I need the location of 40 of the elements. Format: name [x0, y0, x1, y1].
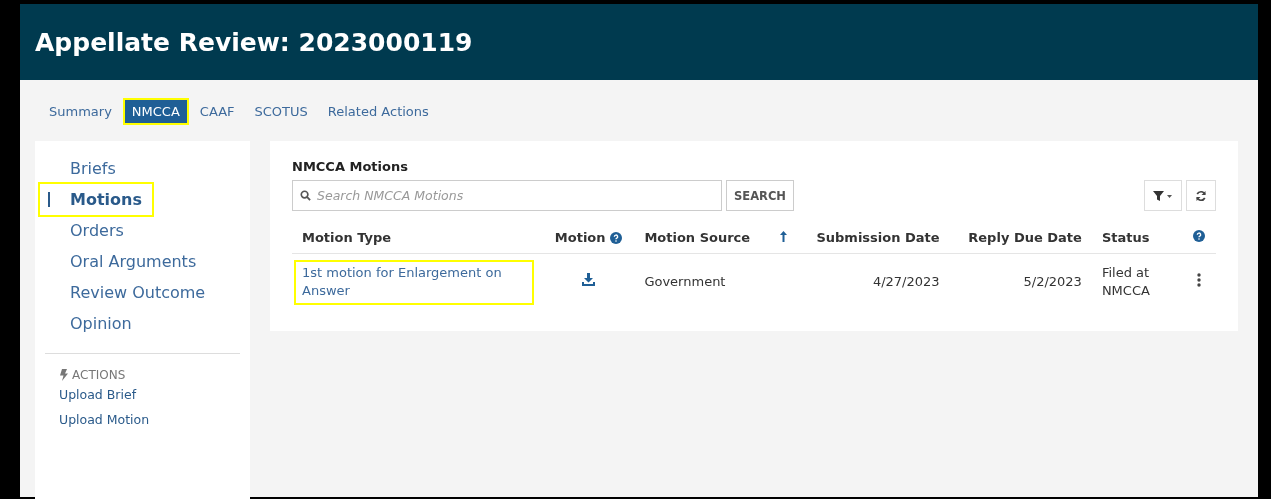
table-cell: Filed at NMCCA	[1101, 265, 1150, 299]
refresh-button[interactable]	[1186, 180, 1216, 211]
column-header: Motion Source	[644, 229, 751, 247]
column-header: Submission Date	[816, 229, 940, 247]
action-link[interactable]: Upload Brief	[35, 382, 250, 407]
sidebar-item[interactable]: Opinion	[40, 308, 142, 339]
sort-arrow-icon[interactable]	[780, 231, 788, 242]
table-cell: Government	[644, 274, 726, 290]
page-title: Appellate Review: 2023000119	[35, 27, 473, 57]
sidebar-item[interactable]: Motions	[40, 184, 152, 215]
search-icon	[300, 190, 311, 201]
filter-button[interactable]	[1144, 180, 1182, 211]
sidebar-item[interactable]: Review Outcome	[40, 277, 216, 308]
search-field[interactable]: Search NMCCA Motions	[292, 180, 722, 211]
action-link[interactable]: Upload Motion	[35, 407, 250, 432]
section-heading: ACTIONS	[72, 368, 126, 382]
tab[interactable]: CAAF	[192, 100, 242, 123]
download-icon[interactable]	[581, 273, 595, 287]
column-header: Motion	[554, 229, 606, 247]
panel-title: NMCCA Motions	[292, 159, 409, 174]
tab[interactable]: SCOTUS	[247, 100, 315, 123]
tab[interactable]: NMCCA	[124, 100, 187, 123]
sidebar-item[interactable]: Oral Arguments	[40, 246, 207, 277]
refresh-icon	[1195, 189, 1207, 202]
column-header: Reply Due Date	[968, 229, 1082, 247]
search-button[interactable]: SEARCH	[726, 180, 794, 211]
help-icon[interactable]	[1192, 230, 1205, 242]
tab[interactable]: Related Actions	[320, 100, 436, 123]
lightning-icon	[60, 369, 68, 381]
table-cell: 4/27/2023	[872, 274, 940, 290]
table-cell: 5/2/2023	[1023, 274, 1082, 290]
tab[interactable]: Summary	[42, 100, 119, 123]
help-icon[interactable]	[609, 232, 622, 245]
motion-link[interactable]: 1st motion for Enlargement on Answer	[296, 262, 532, 303]
kebab-menu-icon[interactable]	[1196, 272, 1201, 287]
column-header: Status	[1101, 229, 1150, 247]
column-header: Motion Type	[302, 229, 392, 247]
filter-icon	[1153, 190, 1173, 201]
sidebar-item[interactable]: Briefs	[40, 153, 126, 184]
sidebar-item[interactable]: Orders	[40, 215, 134, 246]
